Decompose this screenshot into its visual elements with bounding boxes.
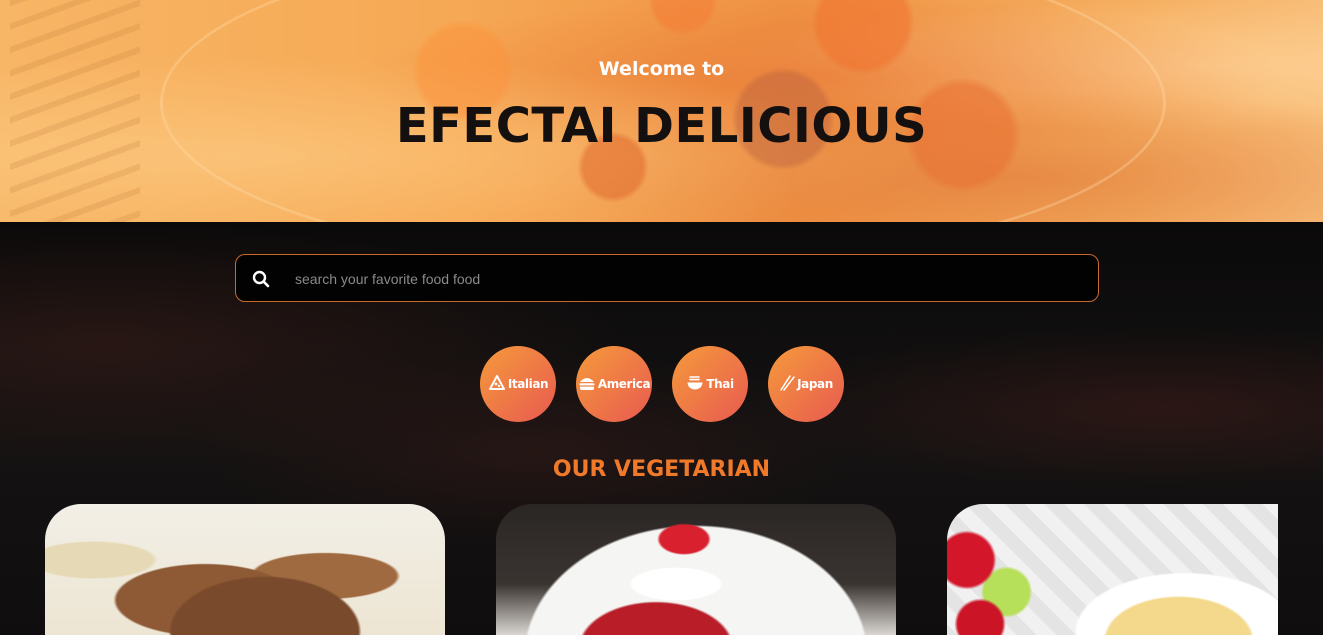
search-icon[interactable] [252,270,270,288]
burger-icon [578,375,596,394]
category-japan-button[interactable]: Japan [768,346,844,422]
category-thai-button[interactable]: Thai [672,346,748,422]
hero-title: EFECTAI DELICIOUS [395,98,928,154]
food-card-image[interactable] [45,504,445,635]
category-label: Italian [507,377,549,391]
hero-banner: Welcome to EFECTAI DELICIOUS [0,0,1323,222]
chopsticks-icon [779,374,795,394]
category-label: Thai [706,377,734,391]
food-card-image[interactable] [496,504,896,635]
hero-welcome-text: Welcome to [598,58,725,80]
section-title: OUR VEGETARIAN [552,457,771,482]
search-input[interactable] [293,255,1077,303]
noodle-bowl-icon [686,375,704,394]
category-italian-button[interactable]: Italian [480,346,556,422]
category-america-button[interactable]: America [576,346,652,422]
category-label: Japan [797,377,833,391]
page: Welcome to EFECTAI DELICIOUS Italian [0,0,1323,635]
category-label: America [597,377,651,391]
search-bar[interactable] [235,254,1099,303]
pizza-icon [488,374,506,394]
food-card-image[interactable] [947,504,1278,635]
